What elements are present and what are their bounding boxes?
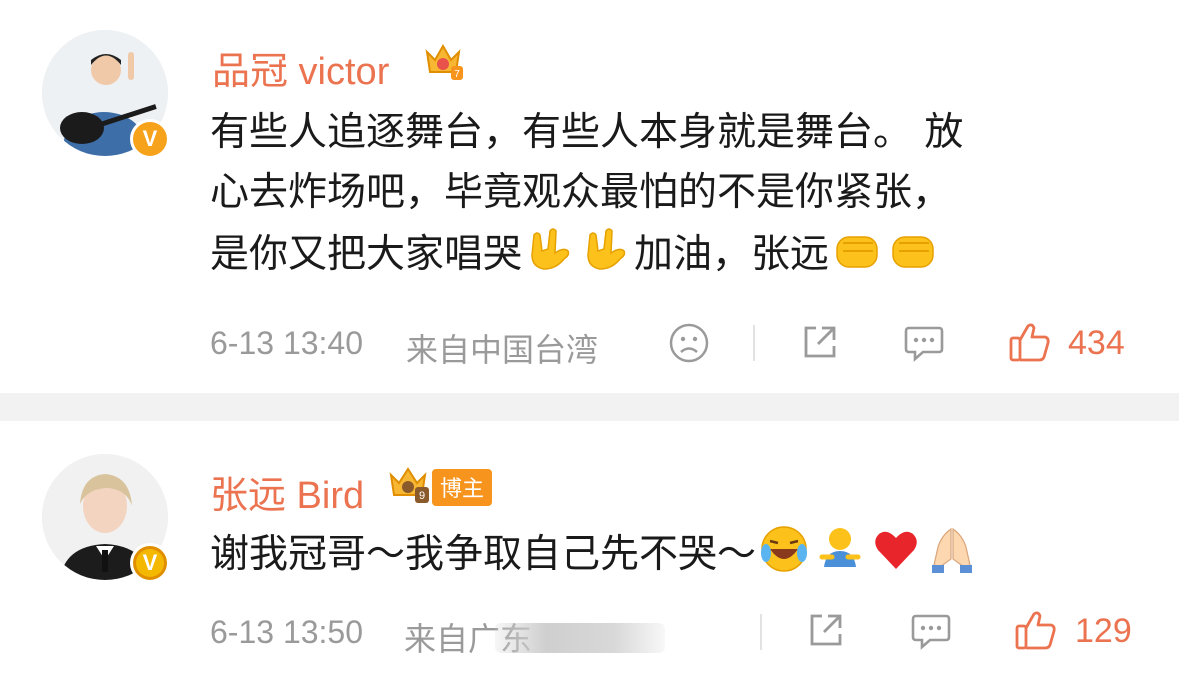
share-icon[interactable] <box>800 322 840 362</box>
red-heart-icon <box>875 531 917 569</box>
praying-hands-icon <box>932 527 973 573</box>
svg-text:9: 9 <box>419 490 425 502</box>
thumbs-up-icon[interactable] <box>1008 320 1052 364</box>
comment-text-line: 心去炸场吧，毕竟观众最怕的不是你紧张， <box>210 170 952 215</box>
comment-text-segment: 加油，张远 <box>634 232 830 277</box>
like-count: 434 <box>1068 324 1125 362</box>
rock-on-hand-icon <box>531 228 570 270</box>
comment-text-line: 有些人追逐舞台，有些人本身就是舞台。 放 <box>210 110 964 155</box>
watermark-overlay <box>495 623 665 653</box>
comment-timestamp: 6-13 13:50 <box>210 614 364 650</box>
comment-text-segment: 谢我冠哥～我争取自己先不哭～ <box>210 532 757 577</box>
comment-text: 有些人追逐舞台，有些人本身就是舞台。 放 心去炸场吧，毕竟观众最怕的不是你紧张，… <box>210 103 963 285</box>
svg-text:7: 7 <box>454 69 460 80</box>
username[interactable]: 张远 Bird <box>210 464 364 519</box>
comment-timestamp: 6-13 13:40 <box>210 325 364 361</box>
unhappy-face-icon[interactable] <box>668 322 710 364</box>
crown-icon: 9 <box>389 467 429 503</box>
fist-icon <box>892 236 934 268</box>
crown-icon: 7 <box>425 43 463 80</box>
divider <box>753 325 755 361</box>
hugging-figure-icon <box>819 528 861 567</box>
laughing-crying-icon <box>761 526 808 572</box>
verified-badge-icon: V <box>130 543 170 583</box>
comment-icon[interactable] <box>910 611 952 651</box>
username[interactable]: 品冠 victor <box>212 40 389 95</box>
comment-location: 来自中国台湾 <box>406 332 599 368</box>
comment-item: V 品冠 victor 7 有些人追逐舞台，有些人本身就是舞台。 放 心去炸场吧… <box>0 0 1179 393</box>
verified-badge-icon: V <box>130 119 170 159</box>
comment-text-segment: 是你又把大家唱哭 <box>210 232 523 277</box>
section-divider <box>0 393 1179 421</box>
divider <box>760 614 762 650</box>
thumbs-up-icon[interactable] <box>1014 608 1058 652</box>
comment-text: 谢我冠哥～我争取自己先不哭～ <box>210 523 980 585</box>
comment-text-line: 是你又把大家唱哭 加油，张远 <box>210 223 963 285</box>
share-icon[interactable] <box>806 610 846 650</box>
author-tag-badge: 博主 <box>432 469 493 506</box>
comment-icon[interactable] <box>903 323 945 363</box>
fist-icon <box>836 236 878 268</box>
like-count: 129 <box>1075 612 1132 650</box>
rock-on-hand-icon <box>587 228 626 270</box>
